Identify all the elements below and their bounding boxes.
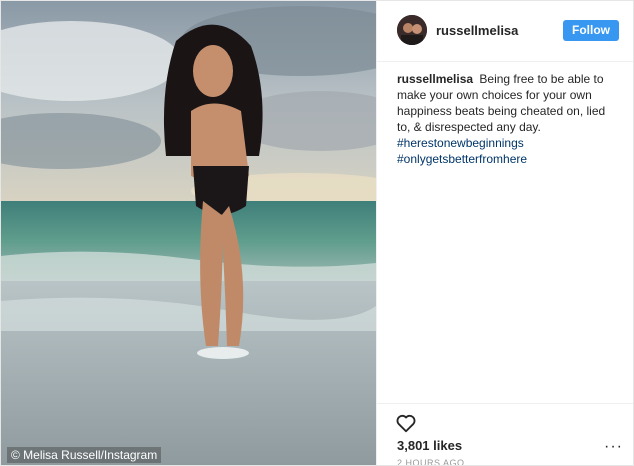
post-caption: russellmelisa Being free to be able to m… [397,71,619,167]
post-sidebar: russellmelisa Follow russellmelisa Being… [376,1,633,465]
post-username[interactable]: russellmelisa [436,23,518,38]
hashtag-link[interactable]: #onlygetsbetterfromhere [397,152,527,166]
instagram-post: © Melisa Russell/Instagram russellmelisa… [0,0,634,466]
post-header: russellmelisa Follow [377,1,633,62]
heart-icon[interactable] [395,412,417,434]
post-timestamp: 2 HOURS AGO [397,458,465,466]
follow-button[interactable]: Follow [563,20,619,41]
like-count[interactable]: 3,801 likes [397,438,462,453]
avatar-image [397,15,427,45]
photo-credit: © Melisa Russell/Instagram [7,447,162,463]
more-options-icon[interactable]: ··· [604,438,623,456]
beach-photo [1,1,376,465]
hashtag-link[interactable]: #herestonewbeginnings [397,136,524,150]
caption-username[interactable]: russellmelisa [397,72,473,86]
post-footer: 3,801 likes ··· 2 HOURS AGO [377,403,633,465]
avatar[interactable] [397,15,427,45]
post-photo[interactable]: © Melisa Russell/Instagram [1,1,376,465]
